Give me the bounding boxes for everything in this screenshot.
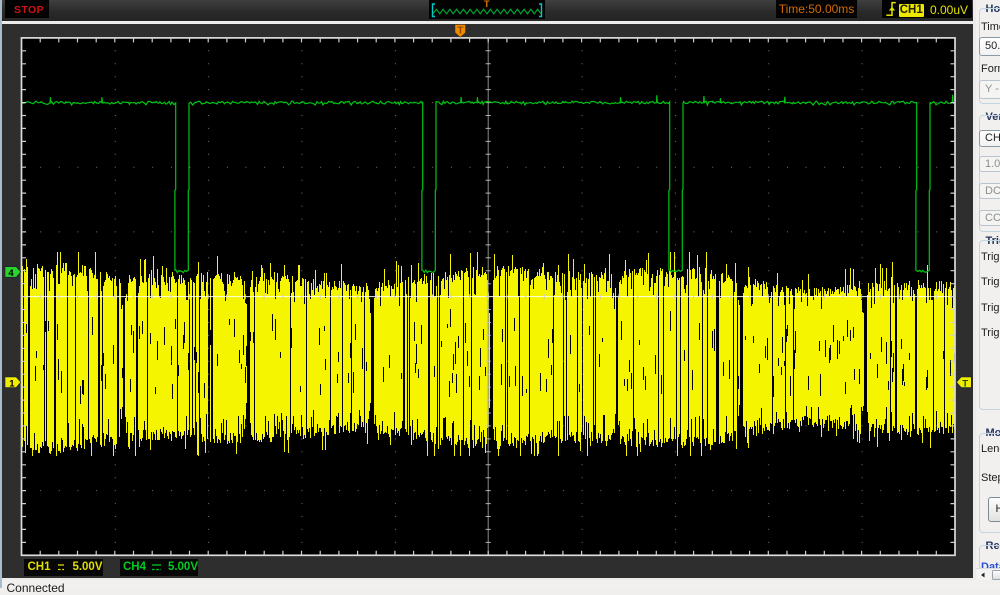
svg-text:T: T [484,0,490,9]
svg-text:T: T [457,25,463,36]
svg-text:T: T [962,378,968,389]
svg-text:4: 4 [8,268,14,279]
svg-text:1: 1 [9,378,15,389]
